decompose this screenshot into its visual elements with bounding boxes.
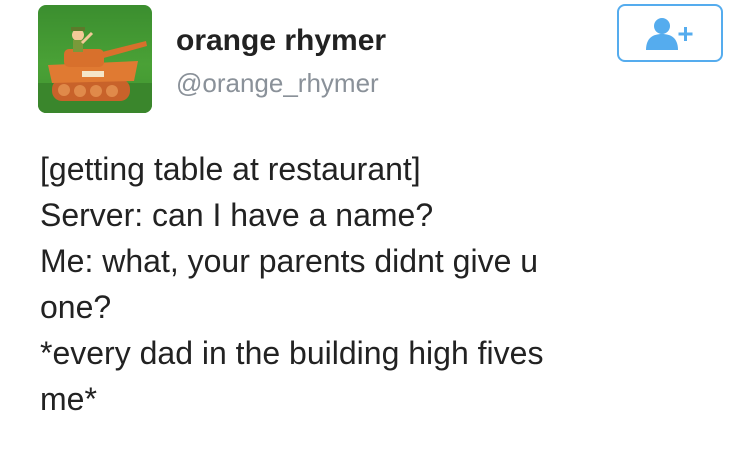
tweet-line: [getting table at restaurant]: [40, 151, 421, 187]
tweet-line: Me: what, your parents didnt give u: [40, 243, 539, 279]
tweet-card: orange rhymer @orange_rhymer [getting ta…: [0, 0, 750, 463]
tweet-text: [getting table at restaurant] Server: ca…: [40, 146, 730, 422]
tweet-line: *every dad in the building high fives: [40, 335, 544, 371]
tank-icon: [38, 27, 152, 113]
tweet-line: me*: [40, 381, 97, 417]
add-user-icon: [646, 18, 693, 50]
display-name[interactable]: orange rhymer: [176, 24, 386, 58]
avatar[interactable]: [38, 5, 152, 113]
user-handle[interactable]: @orange_rhymer: [176, 68, 379, 99]
tweet-line: Server: can I have a name?: [40, 197, 434, 233]
tweet-line: one?: [40, 289, 112, 325]
follow-button[interactable]: [617, 4, 723, 62]
